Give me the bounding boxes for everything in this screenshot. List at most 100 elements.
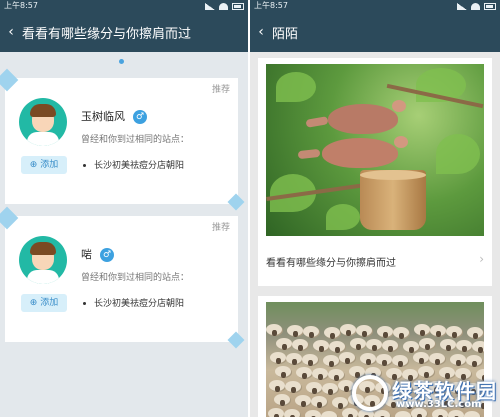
add-friend-button[interactable]: ⊕ 添加 [21,156,67,174]
signal-icon [205,2,215,10]
sheep-head-shape [472,361,477,367]
add-user-icon: ⊕ [29,298,41,308]
bullet-icon [83,164,86,167]
battery-icon [484,2,496,10]
sheep-head-shape [328,389,333,395]
feed-card[interactable]: 看看有哪些缘分与你擦肩而过 › [258,58,492,286]
sheep-head-shape [372,345,377,351]
add-user-icon: ⊕ [29,160,41,170]
sheep-head-shape [308,360,313,366]
male-icon: ♂ [133,110,147,124]
sheep-head-shape [293,331,298,337]
sheep-head-shape [302,373,307,379]
shared-station: 长沙初美祛痘分店朝阳 [83,158,184,171]
sheep-head-shape [452,332,457,338]
sheep-head-shape [382,360,387,366]
sheep-head-shape [366,359,371,365]
sheep-head-shape [275,386,280,392]
recommend-tag: 推荐 [211,85,230,95]
title-bar: ‹ 看看有哪些缘分与你擦肩而过 [0,12,248,52]
back-icon[interactable]: ‹ [0,24,22,40]
sheep-head-shape [312,388,317,394]
shared-station-label: 曾经和你到过相同的站点： [81,135,190,145]
sheep-head-shape [309,332,314,338]
sheep-head-shape [335,347,340,353]
corner-decoration [0,68,19,92]
user-name: 玉树临风 [81,110,125,123]
sheep-head-shape [280,400,285,406]
sheep-head-shape [346,330,351,336]
add-label: 添加 [40,298,59,308]
sheep-head-shape [282,344,287,350]
add-label: 添加 [40,160,59,170]
recommend-tag: 推荐 [211,223,230,233]
station-name: 长沙初美祛痘分店朝阳 [94,299,185,309]
page-title: 陌陌 [272,26,299,42]
sheep-head-shape [291,387,296,393]
bullet-icon [83,302,86,305]
sheep-head-shape [473,333,478,339]
corner-decoration [227,193,245,211]
sheep-head-shape [362,331,367,337]
back-icon[interactable]: ‹ [250,24,272,40]
sheep-head-shape [272,330,277,336]
status-icons [205,0,244,12]
sheep-head-shape [383,332,388,338]
sheep-head-shape [330,333,335,339]
sheep-head-shape [345,358,350,364]
sheep-head-shape [281,372,286,378]
status-icons [457,0,496,12]
site-watermark: 绿茶软件园 www.33LC.com [348,373,498,413]
wifi-icon [471,2,480,10]
watermark-logo-icon [352,375,388,411]
station-name: 长沙初美祛痘分店朝阳 [94,161,185,171]
battery-icon [232,2,244,10]
sheep-head-shape [338,403,343,409]
sheep-head-shape [446,345,451,351]
bamboo-bucket [360,170,426,230]
corner-decoration [227,331,245,349]
watermark-url: www.33LC.com [396,399,482,410]
sheep-head-shape [301,401,306,407]
sheep-head-shape [276,358,281,364]
sheep-head-shape [436,331,441,337]
sheep-head-shape [409,347,414,353]
wifi-icon [219,2,228,10]
sheep-head-shape [318,374,323,380]
sheep-head-shape [435,359,440,365]
sheep-head-shape [388,346,393,352]
right-screen: 上午8:57 ‹ 陌陌 看看有哪些缘分与你擦肩而过 › 绿茶软件园 www.33… [250,0,500,417]
left-screen: 上午8:57 ‹ 看看有哪些缘分与你擦肩而过 推荐 ⊕ 添加 玉树临风 ♂ 曾经和… [0,0,248,417]
user-name: 啱 [81,248,92,261]
add-friend-button[interactable]: ⊕ 添加 [21,294,67,312]
user-name-row: 啱 ♂ [81,246,114,262]
status-bar: 上午8:57 [0,0,248,12]
male-icon: ♂ [100,248,114,262]
shared-station: 长沙初美祛痘分店朝阳 [83,296,184,309]
sheep-head-shape [398,361,403,367]
sheep-head-shape [292,359,297,365]
signal-icon [457,2,467,10]
sheep-head-shape [456,360,461,366]
corner-decoration [0,206,19,230]
sheep-head-shape [478,347,483,353]
sheep-head-shape [329,361,334,367]
chevron-right-icon: › [479,252,484,266]
status-time: 上午8:57 [254,1,288,10]
shared-station-label: 曾经和你到过相同的站点： [81,273,190,283]
sheep-head-shape [419,358,424,364]
sheep-head-shape [317,402,322,408]
feed-card-title: 看看有哪些缘分与你擦肩而过 [266,258,396,269]
sheep-head-shape [319,346,324,352]
user-card[interactable]: 推荐 ⊕ 添加 啱 ♂ 曾经和你到过相同的站点： 长沙初美祛痘分店朝阳 [0,206,245,349]
avatar[interactable] [19,98,67,146]
page-indicator-dot [119,59,124,64]
user-name-row: 玉树临风 ♂ [81,108,147,124]
user-card[interactable]: 推荐 ⊕ 添加 玉树临风 ♂ 曾经和你到过相同的站点： 长沙初美祛痘分店朝阳 [0,68,245,211]
page-title: 看看有哪些缘分与你擦肩而过 [22,26,192,42]
sheep-head-shape [462,346,467,352]
sheep-head-shape [356,344,361,350]
avatar[interactable] [19,236,67,284]
status-time: 上午8:57 [4,1,38,10]
title-bar: ‹ 陌陌 [250,12,500,52]
